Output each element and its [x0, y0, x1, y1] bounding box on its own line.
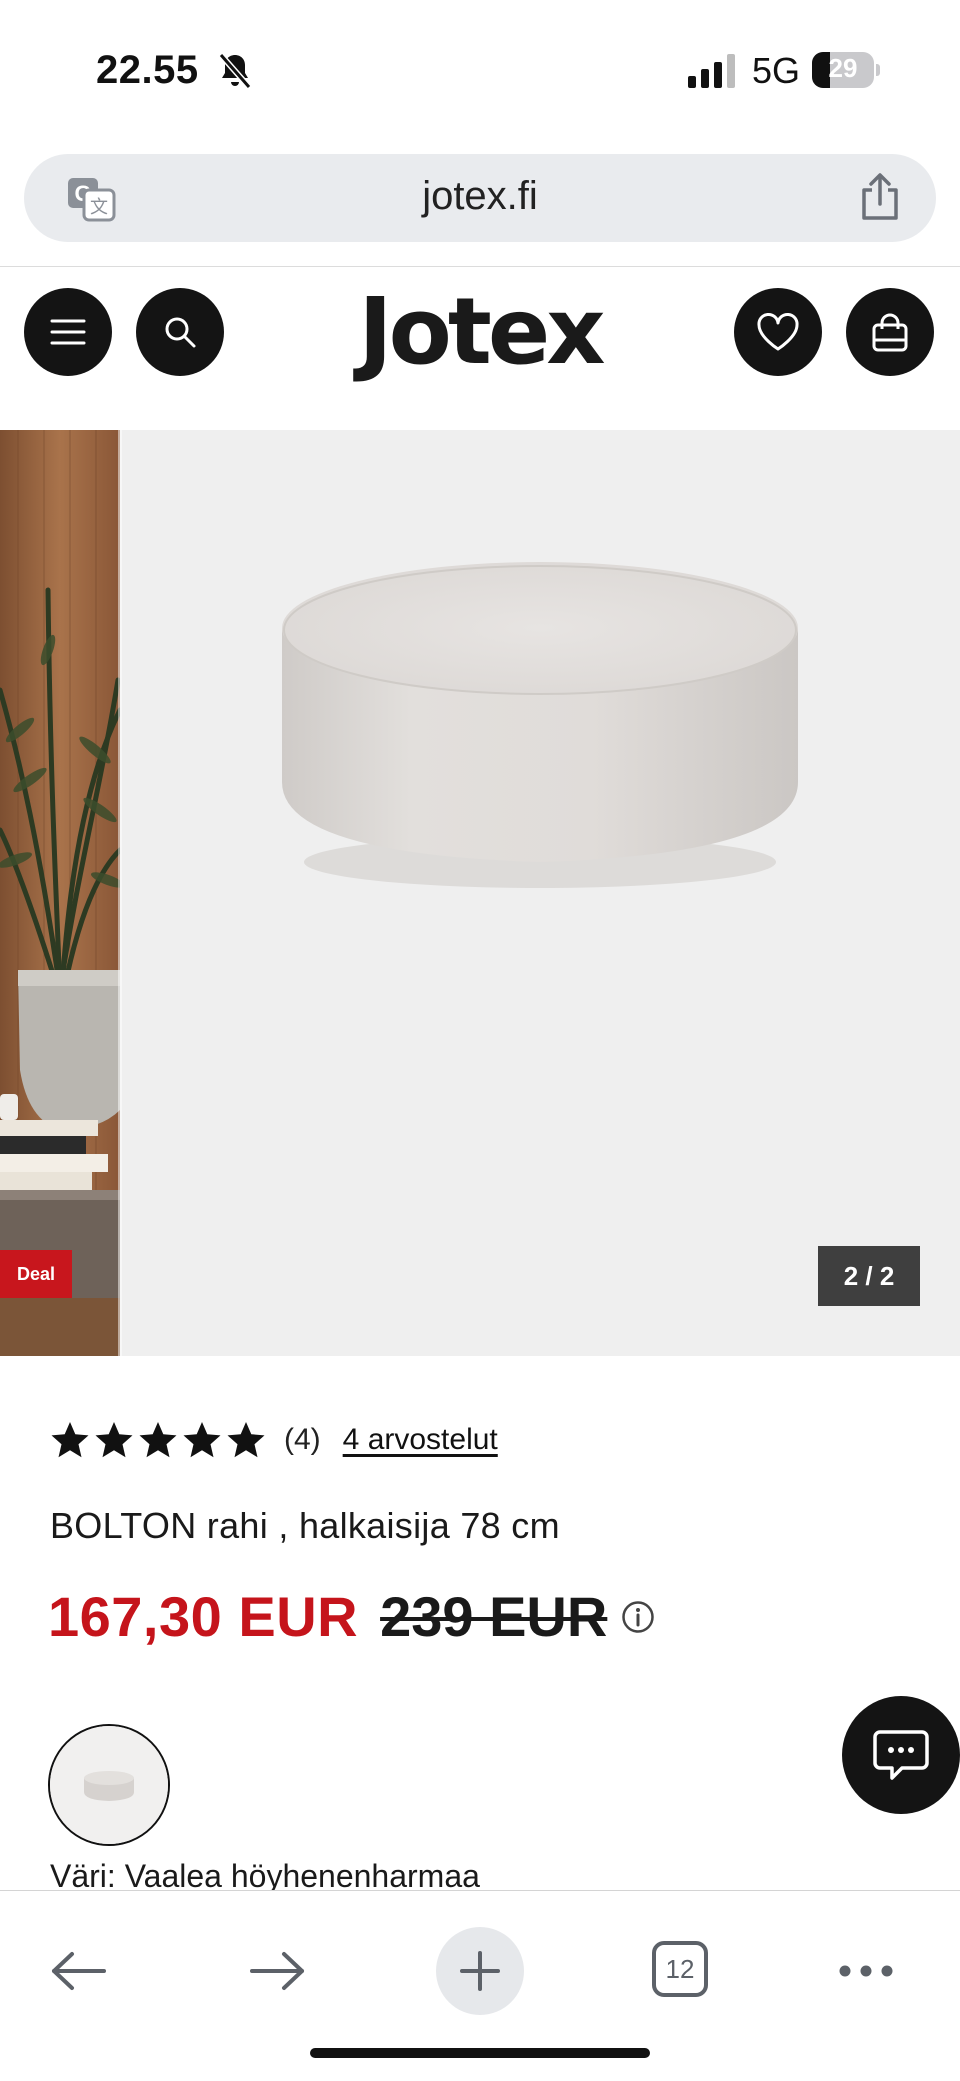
more-button[interactable]	[826, 1931, 906, 2011]
share-icon[interactable]	[858, 172, 902, 222]
original-price: 239 EUR	[380, 1585, 608, 1648]
search-button[interactable]	[136, 288, 224, 376]
menu-icon	[50, 319, 86, 345]
status-bar: 22.55 5G 29	[0, 0, 960, 140]
cart-button[interactable]	[846, 288, 934, 376]
sale-price: 167,30 EUR	[48, 1585, 359, 1648]
product-gallery[interactable]: Deal 2 / 2	[0, 430, 960, 1356]
product-title: BOLTON rahi , halkaisija 78 cm	[50, 1505, 560, 1546]
deal-badge: Deal	[0, 1250, 72, 1298]
chat-button[interactable]	[842, 1696, 960, 1814]
plus-icon	[460, 1951, 500, 1991]
wishlist-button[interactable]	[734, 288, 822, 376]
more-icon	[839, 1965, 893, 1977]
bell-muted-icon	[218, 53, 252, 89]
battery-icon: 29	[812, 52, 880, 88]
star-icon	[95, 1422, 133, 1458]
info-icon[interactable]	[621, 1600, 655, 1634]
product-image-pouf	[282, 562, 798, 888]
price-row: 167,30 EUR 239 EUR	[48, 1584, 655, 1649]
home-indicator	[310, 2048, 650, 2058]
star-icon	[183, 1422, 221, 1458]
back-arrow-icon	[52, 1952, 106, 1990]
swatch-pouf-image	[50, 1726, 168, 1844]
menu-button[interactable]	[24, 288, 112, 376]
previous-slide-image[interactable]: Deal	[0, 430, 120, 1356]
lifestyle-photo	[0, 430, 120, 1356]
reviews-link[interactable]: 4 arvostelut	[343, 1423, 498, 1457]
new-tab-button[interactable]	[436, 1927, 524, 2015]
address-bar[interactable]: G 文 jotex.fi	[24, 154, 936, 242]
search-icon	[165, 317, 196, 348]
status-time: 22.55	[96, 48, 199, 92]
rating-row: (4) 4 arvostelut	[50, 1418, 498, 1462]
star-rating	[50, 1420, 266, 1460]
forward-button[interactable]	[238, 1931, 318, 2011]
site-logo[interactable]: Jotex	[340, 282, 620, 382]
star-icon	[227, 1422, 265, 1458]
star-icon	[139, 1422, 177, 1458]
network-type: 5G	[752, 50, 801, 91]
star-icon	[51, 1422, 89, 1458]
signal-icon	[688, 54, 735, 88]
back-button[interactable]	[38, 1931, 118, 2011]
image-counter: 2 / 2	[818, 1246, 920, 1306]
heart-icon	[757, 313, 799, 351]
rating-count: (4)	[284, 1423, 321, 1456]
tabs-button[interactable]: 12	[652, 1941, 708, 1997]
battery-percent: 29	[828, 53, 858, 83]
shopping-bag-icon	[872, 313, 908, 352]
tabs-count: 12	[665, 1953, 695, 1984]
divider	[0, 266, 960, 267]
color-swatch[interactable]	[48, 1724, 170, 1846]
chat-icon	[873, 1730, 929, 1780]
url-text[interactable]: jotex.fi	[24, 174, 936, 219]
forward-arrow-icon	[250, 1952, 304, 1990]
